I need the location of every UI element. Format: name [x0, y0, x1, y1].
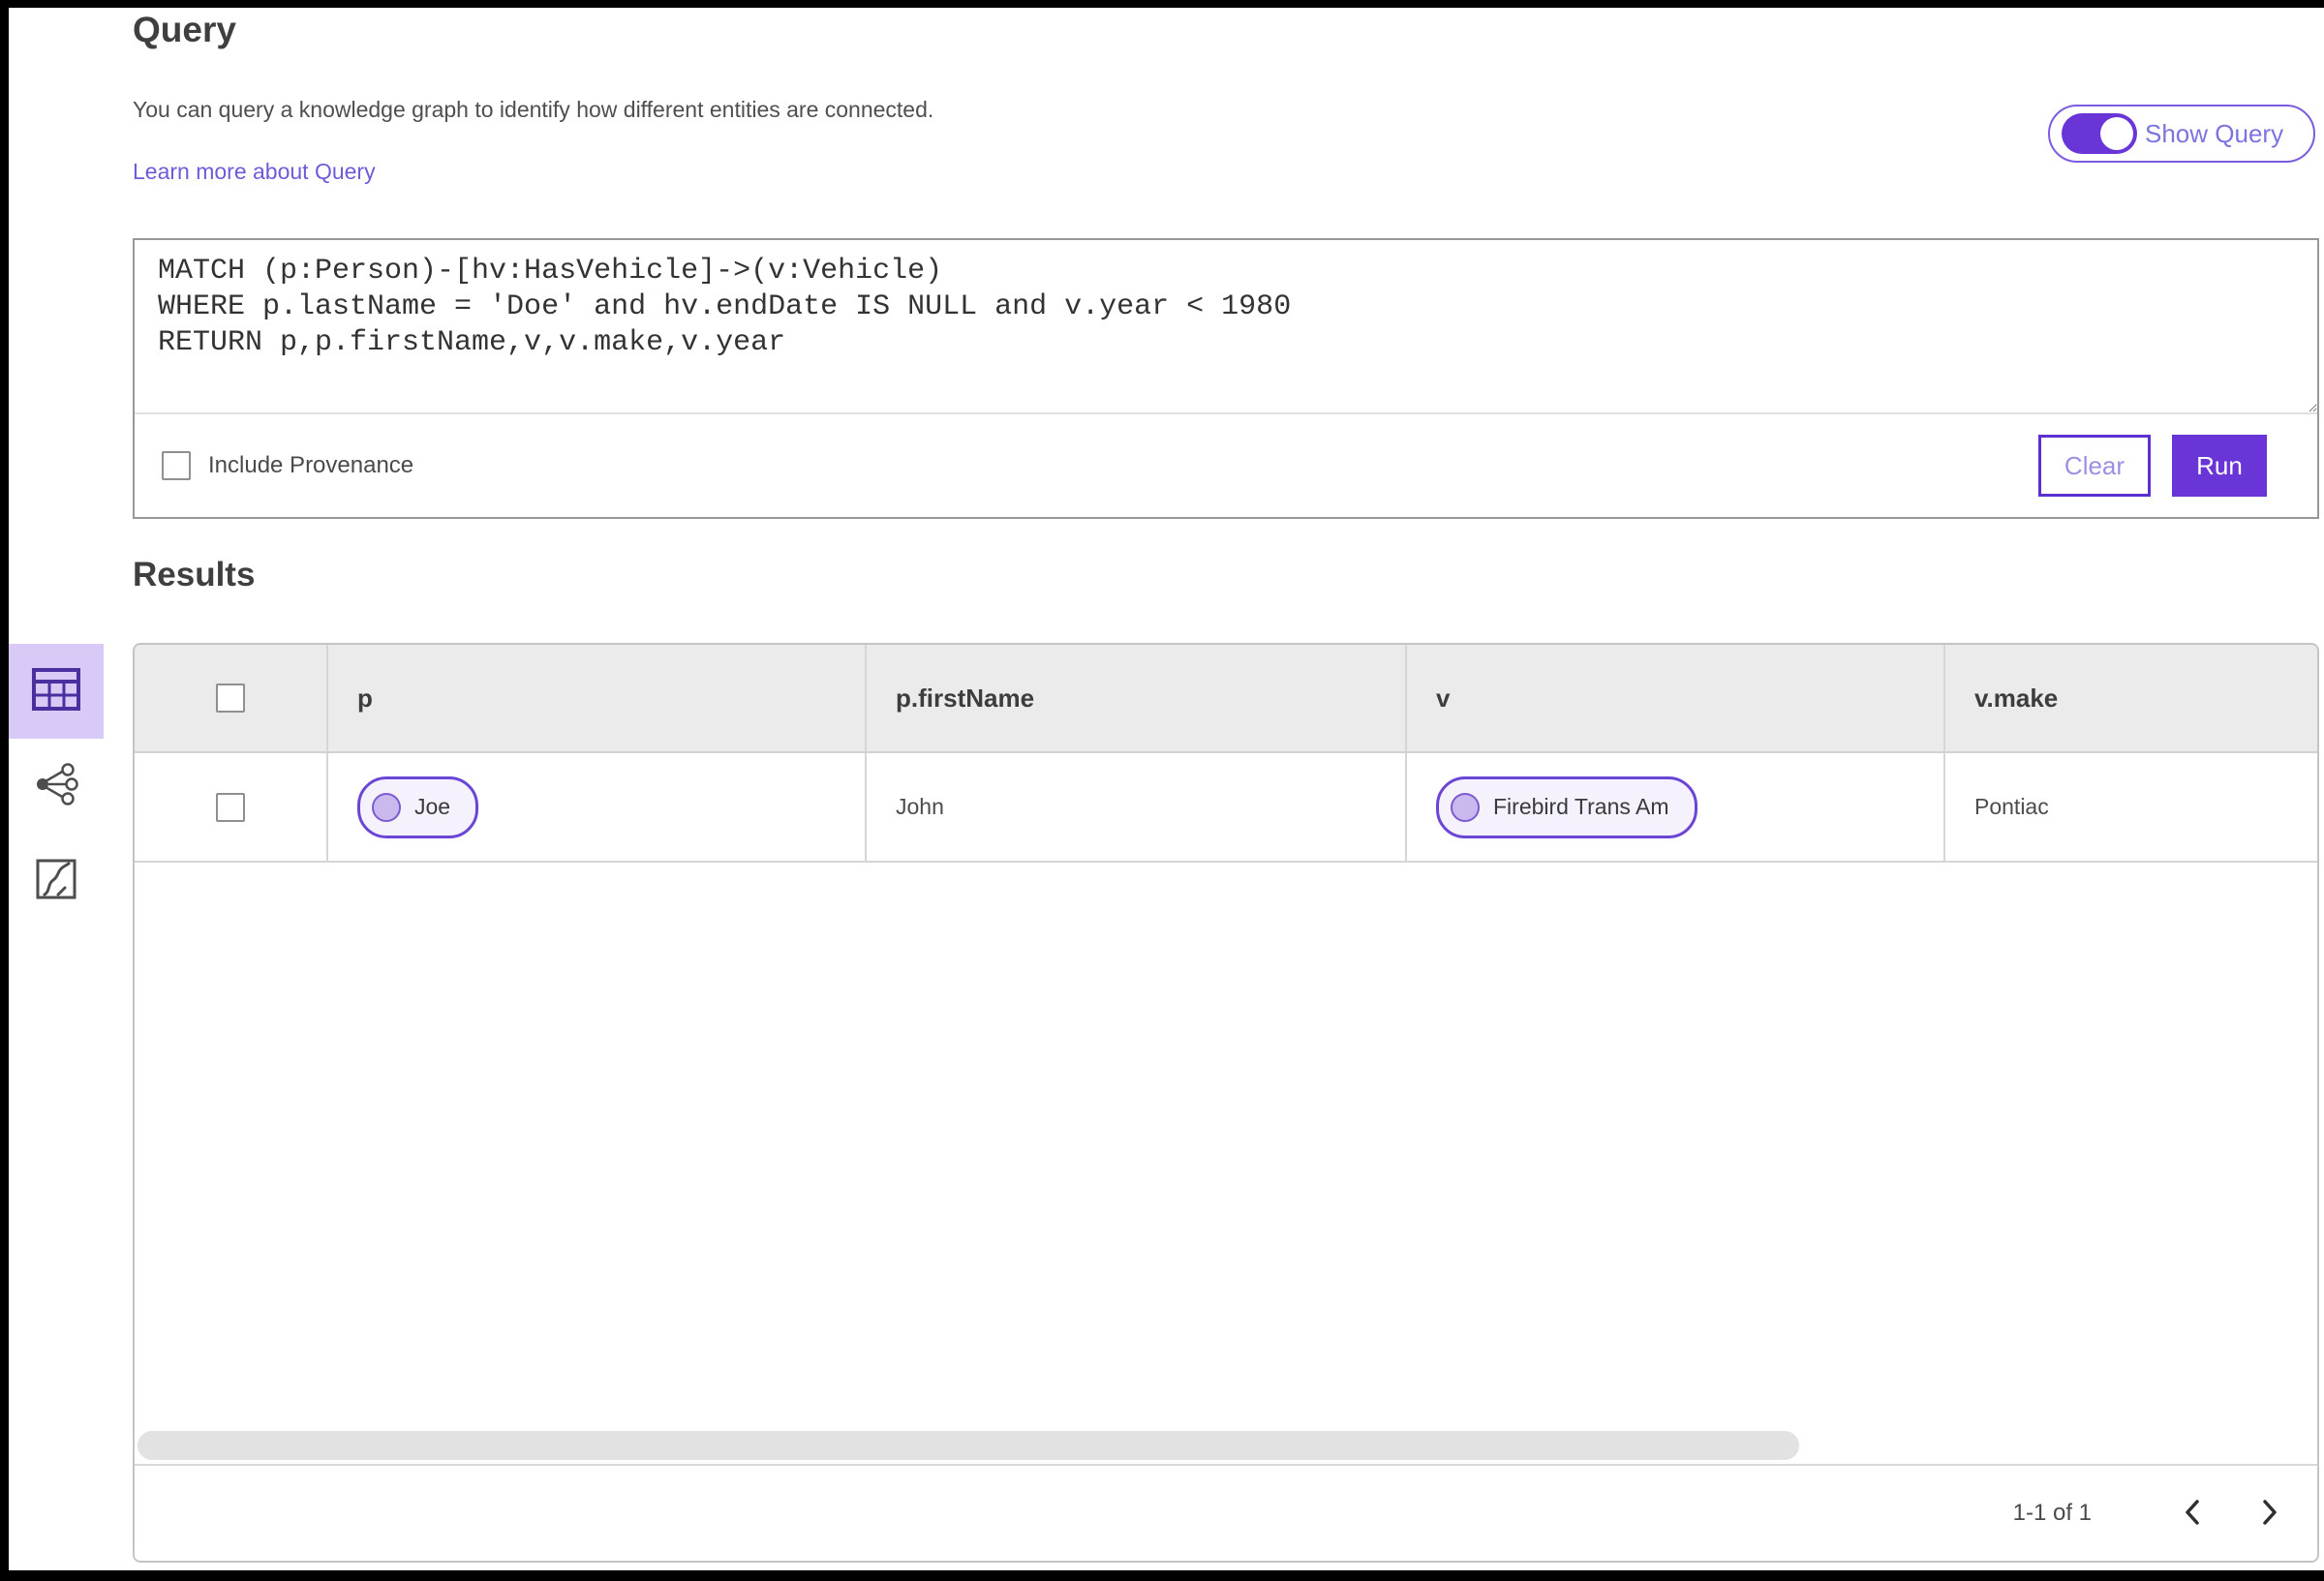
table-row: Joe John Firebird Trans Am Pontiac: [135, 753, 2317, 863]
query-code-input[interactable]: MATCH (p:Person)-[hv:HasVehicle]->(v:Veh…: [135, 240, 2317, 414]
query-panel: MATCH (p:Person)-[hv:HasVehicle]->(v:Veh…: [133, 238, 2319, 519]
screen: Query You can query a knowledge graph to…: [0, 0, 2324, 1581]
next-page-button[interactable]: [2261, 1499, 2278, 1529]
pagination-bar: 1-1 of 1: [135, 1464, 2317, 1561]
pagination-range-label: 1-1 of 1: [2012, 1500, 2092, 1526]
cell-p-firstname: John: [896, 794, 944, 819]
graph-view-button[interactable]: [9, 739, 104, 834]
toggle-switch-icon[interactable]: [2062, 113, 2137, 154]
node-pill-person[interactable]: Joe: [357, 775, 479, 838]
toggle-knob: [2100, 117, 2133, 150]
horizontal-scrollbar-thumb[interactable]: [138, 1431, 1799, 1460]
cell-v-make: Pontiac: [1974, 794, 2049, 819]
column-header-p[interactable]: p: [357, 684, 373, 714]
results-table-panel: p p.firstName v v.make Joe John Firebird…: [133, 643, 2319, 1563]
node-pill-label: Firebird Trans Am: [1493, 794, 1669, 819]
row-checkbox[interactable]: [216, 792, 245, 822]
show-query-toggle[interactable]: Show Query: [2048, 105, 2315, 163]
previous-page-button[interactable]: [2184, 1499, 2201, 1529]
query-actions: Clear Run: [2038, 435, 2267, 497]
column-header-v[interactable]: v: [1436, 684, 1450, 714]
results-view-rail: [9, 644, 104, 928]
page-title: Query: [133, 10, 236, 49]
node-pill-label: Joe: [414, 794, 451, 819]
include-provenance-option[interactable]: Include Provenance: [162, 451, 413, 480]
run-button[interactable]: Run: [2172, 435, 2267, 497]
map-view-button[interactable]: [9, 834, 104, 928]
graph-view-icon: [34, 762, 78, 810]
table-view-button[interactable]: [9, 644, 104, 739]
node-dot-icon: [1451, 792, 1480, 822]
results-title: Results: [133, 556, 256, 593]
include-provenance-label: Include Provenance: [208, 452, 414, 478]
chevron-right-icon: [2261, 1499, 2278, 1529]
show-query-label: Show Query: [2145, 118, 2284, 148]
map-view-icon: [35, 858, 77, 905]
learn-more-link[interactable]: Learn more about Query: [133, 159, 376, 185]
clear-button[interactable]: Clear: [2038, 435, 2151, 497]
table-header-row: p p.firstName v v.make: [135, 645, 2317, 753]
page-description: You can query a knowledge graph to ident…: [133, 97, 934, 122]
query-footer: Include Provenance Clear Run: [135, 414, 2317, 517]
node-dot-icon: [372, 792, 401, 822]
include-provenance-checkbox[interactable]: [162, 451, 191, 480]
column-header-v-make[interactable]: v.make: [1974, 684, 2058, 714]
column-header-p-firstname[interactable]: p.firstName: [896, 684, 1034, 714]
node-pill-vehicle[interactable]: Firebird Trans Am: [1436, 775, 1697, 838]
select-all-checkbox[interactable]: [216, 684, 245, 713]
table-view-icon: [31, 667, 81, 716]
query-page: Query You can query a knowledge graph to…: [9, 8, 2324, 1570]
chevron-left-icon: [2184, 1499, 2201, 1529]
